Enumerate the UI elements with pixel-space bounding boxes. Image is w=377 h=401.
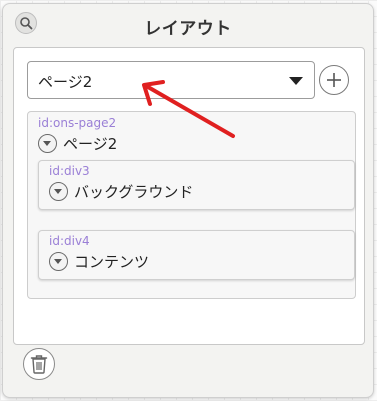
page-select-value: ページ2 bbox=[38, 73, 93, 91]
expand-toggle-icon[interactable] bbox=[49, 252, 68, 271]
plus-circle-icon bbox=[327, 73, 341, 87]
expand-toggle-icon[interactable] bbox=[49, 182, 68, 201]
node-row: コンテンツ bbox=[49, 251, 149, 272]
expand-toggle-icon[interactable] bbox=[38, 134, 57, 153]
layout-panel: レイアウト ページ2 id:ons-page2 ページ2 id:div3 バック… bbox=[2, 3, 374, 398]
node-id-label: id:div4 bbox=[49, 234, 90, 248]
caret-down-icon bbox=[289, 77, 303, 85]
layout-content: ページ2 id:ons-page2 ページ2 id:div3 バックグラウンド bbox=[13, 47, 365, 345]
add-page-button[interactable] bbox=[319, 65, 349, 95]
node-id-label: id:ons-page2 bbox=[38, 116, 117, 130]
node-row: バックグラウンド bbox=[49, 181, 193, 202]
page-select[interactable]: ページ2 bbox=[27, 61, 315, 99]
delete-button[interactable] bbox=[23, 348, 55, 380]
node-label: バックグラウンド bbox=[74, 183, 194, 201]
tree-child-node[interactable]: id:div4 コンテンツ bbox=[38, 230, 355, 280]
tree-root-node[interactable]: id:ons-page2 ページ2 id:div3 バックグラウンド id:di… bbox=[27, 111, 356, 299]
trash-icon bbox=[30, 355, 48, 374]
node-id-label: id:div3 bbox=[49, 164, 90, 178]
node-row: ページ2 bbox=[38, 133, 117, 154]
tree-child-node[interactable]: id:div3 バックグラウンド bbox=[38, 160, 355, 210]
node-label: ページ2 bbox=[63, 135, 118, 153]
node-label: コンテンツ bbox=[74, 253, 150, 271]
panel-title: レイアウト bbox=[144, 19, 232, 39]
